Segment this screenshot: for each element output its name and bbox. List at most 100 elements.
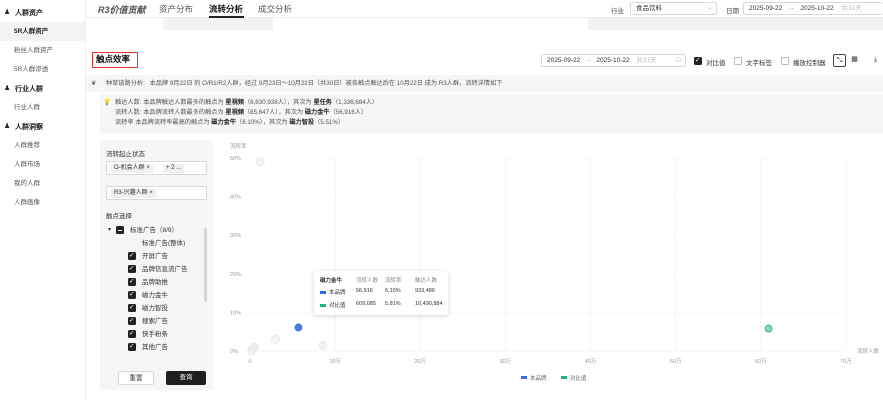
insight-second: 星任务 [313, 99, 332, 106]
tab-deal-analysis[interactable]: 成交分析 [258, 3, 292, 15]
tag-chip[interactable]: O-机会人群 × [111, 164, 153, 173]
insight-second: 磁力智投 [289, 119, 315, 126]
query-button[interactable]: 查询 [166, 371, 206, 385]
header-band-left [163, 18, 273, 30]
tooltip-value: 609,085 [356, 301, 376, 307]
tooltip-row: 本品牌 [320, 288, 346, 296]
sidebar-group[interactable]: ♟ 人群洞察 [0, 117, 85, 136]
tab-flow-analysis[interactable]: 流转分析 [209, 3, 243, 15]
sidebar-group[interactable]: ♟ 人群资产 [0, 3, 85, 22]
data-point [271, 335, 280, 344]
people-icon: ♟ [4, 85, 11, 92]
x-tick-label: 40万 [585, 358, 597, 365]
tooltip-header: 流转人数 [356, 278, 379, 284]
tree-item-label: 标准广告(整体) [142, 240, 186, 247]
tree-item-label: 开屏广告 [142, 253, 168, 260]
tree-item-checkbox[interactable] [128, 303, 136, 312]
x-tick-label: 60万 [755, 358, 767, 365]
date-label: 日期 [726, 8, 739, 15]
data-point [318, 340, 328, 350]
insight-mid: ，其次为 [262, 119, 288, 126]
insight-label: 流转人数: [115, 109, 142, 116]
tree-scrollbar[interactable] [204, 228, 207, 302]
section-date-range[interactable]: 2025-09-22 → 2025-10-22 共31天 ▢ [541, 54, 686, 67]
table-view-icon[interactable]: ▦ [848, 54, 861, 67]
insight-line-flow: 流转人数: 本品牌流转人数最多的触点为 星視频（85,647人），其次为 磁力金… [115, 108, 883, 118]
y-tick-label: 10% [230, 310, 241, 316]
tree-item-checkbox[interactable] [128, 277, 136, 286]
sidebar-item[interactable]: 行业人群 [0, 98, 85, 117]
tooltip-value: 10,490,884 [415, 301, 443, 307]
industry-label: 行业 [611, 8, 624, 15]
compare-checkbox[interactable] [694, 56, 702, 65]
y-tick-label: 30% [230, 233, 241, 239]
insight-label: 流转率 [115, 119, 134, 126]
insight-top: 星視频 [225, 99, 244, 106]
x-tick-label: 70万 [840, 358, 852, 365]
tree-root-label: 标准广告（8/9） [130, 227, 179, 234]
start-state-select[interactable]: O-机会人群 × + 2 ... [106, 161, 207, 175]
insight-line-reach: 触达人数: 本品牌触达人数最多的触点为 星視频（6,830,938人），其次为 … [115, 98, 883, 108]
tree-item-checkbox[interactable] [128, 316, 136, 325]
player-control-label: 播放控制器 [793, 60, 826, 67]
sidebar-group[interactable]: ♟ 行业人群 [0, 79, 85, 98]
sidebar-item[interactable]: 人群推荐 [0, 136, 85, 155]
tooltip-value: 5.81% [385, 301, 401, 307]
insight-text: 本品牌触达人数最多的触点为 [143, 99, 224, 106]
tree-item-label: 品牌信息流广告 [142, 266, 188, 273]
sidebar-item[interactable]: 我的人群 [0, 174, 85, 193]
date-separator: → [788, 5, 795, 12]
x-tick-label: 10万 [329, 358, 341, 365]
chevron-down-icon: ⌄ [706, 5, 712, 11]
range-start: 2025-09-22 [547, 57, 581, 64]
insight-label: 触达人数: [115, 99, 142, 106]
path-prefix: 种草链路分析: [106, 80, 145, 87]
tooltip-row-name: 本品牌 [329, 290, 346, 296]
touch-select-label: 触点选择 [106, 213, 132, 220]
header-band-right [588, 18, 883, 30]
tree-item-label: 快手粉条 [142, 331, 168, 338]
text-tag-checkbox[interactable] [734, 57, 742, 65]
date-range-picker[interactable]: 2025-09-22 → 2025-10-22 共31天 [743, 2, 883, 15]
end-state-select[interactable]: R3-兴趣人群 × [106, 186, 207, 200]
tree-item-checkbox[interactable] [128, 329, 136, 338]
insight-mid: ，其次为 [286, 99, 312, 106]
top-bar: R3价值贡献 资产分布 流转分析 成交分析 行业 食品饮料 ⌄ 日期 2025-… [86, 0, 883, 18]
industry-value: 食品饮料 [636, 5, 662, 12]
filter-panel: 流转起止状态 O-机会人群 × + 2 ... R3-兴趣人群 × 触点选择 ▾… [100, 140, 213, 390]
calendar-icon: ▢ [675, 57, 681, 63]
bulb-icon: 💡 [103, 99, 111, 106]
tooltip-header: 流转率 [385, 278, 402, 284]
sidebar-item[interactable]: 5R人群渗透 [0, 60, 85, 79]
tree-item-checkbox[interactable] [128, 342, 136, 351]
tree-item-checkbox[interactable] [128, 251, 136, 260]
tree-item-label: 其他广告 [142, 344, 168, 351]
player-control-checkbox[interactable] [781, 57, 789, 65]
sidebar-item[interactable]: 人群画像 [0, 193, 85, 212]
start-state-label: 流转起止状态 [106, 151, 145, 158]
sidebar-item[interactable]: 5R人群资产 [0, 22, 85, 41]
tab-asset-distribution[interactable]: 资产分布 [159, 3, 193, 15]
y-tick-label: 20% [230, 272, 241, 278]
download-icon[interactable]: ⤓ [869, 54, 882, 67]
tree-item-checkbox[interactable] [128, 264, 136, 273]
x-tick-label: 20万 [414, 358, 426, 365]
sidebar-item[interactable]: 粉丝人群资产 [0, 41, 85, 60]
data-point [255, 157, 265, 167]
people-icon: ♟ [4, 123, 11, 130]
legend-label: 对比值 [570, 374, 587, 382]
chart-tooltip: 磁力金牛 流转人数 流转率 触达人数 本品牌 56,916 6.10% 933,… [314, 271, 448, 315]
tooltip-value: 6.10% [385, 288, 401, 294]
tag-chip[interactable]: R3-兴趣人群 × [111, 189, 156, 198]
sidebar-item[interactable]: 人群市场 [0, 155, 85, 174]
tag-more-chip[interactable]: + 2 ... [163, 164, 185, 173]
tree-item-label: 品牌助推 [142, 279, 168, 286]
tooltip-row: 对比值 [320, 301, 346, 309]
tree-root-checkbox[interactable] [116, 226, 124, 234]
sidebar-group-label: 行业人群 [15, 85, 43, 93]
scatter-view-icon[interactable]: ⤡ [833, 54, 846, 67]
industry-select[interactable]: 食品饮料 ⌄ [630, 2, 717, 15]
tree-item-checkbox[interactable] [128, 290, 136, 299]
reset-button[interactable]: 重置 [118, 371, 154, 385]
insight-top: 磁力金牛 [211, 119, 237, 126]
